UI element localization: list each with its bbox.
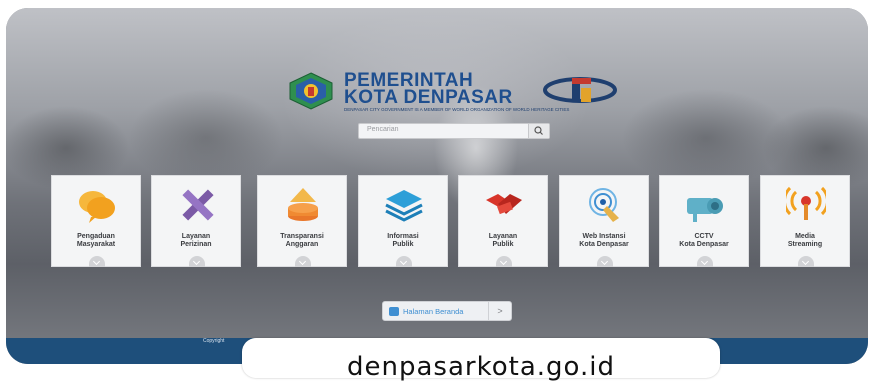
home-icon (389, 307, 399, 316)
city-emblem-icon (289, 72, 333, 110)
tile-web-instansi[interactable]: Web Instansi Kota Denpasar (559, 175, 649, 267)
tile-label: Layanan Publik (488, 233, 518, 248)
tile-layanan-publik[interactable]: Layanan Publik (458, 175, 548, 267)
tile-layanan-perizinan[interactable]: Layanan Perizinan (151, 175, 241, 267)
world-heritage-cities-logo-icon (543, 77, 617, 103)
tile-label: CCTV Kota Denpasar (679, 233, 729, 248)
home-page-button[interactable]: Halaman Beranda > (382, 301, 512, 321)
header-subtitle: DENPASAR CITY GOVERNMENT IS A MEMBER OF … (344, 107, 570, 112)
tile-label: Media Streaming (787, 233, 823, 248)
tile-label: Web Instansi Kota Denpasar (579, 233, 629, 248)
tile-label: Layanan Perizinan (180, 233, 212, 248)
tile-cctv[interactable]: CCTV Kota Denpasar (659, 175, 749, 267)
chevron-down-icon[interactable] (697, 256, 713, 267)
ruler-pencil-icon (182, 189, 214, 221)
chevron-down-icon[interactable] (189, 256, 205, 267)
tile-label: Pengaduan Masyarakat (76, 233, 116, 248)
chevron-down-icon[interactable] (396, 256, 412, 267)
cctv-camera-icon (687, 198, 723, 222)
speech-bubbles-icon (79, 191, 115, 223)
chevron-down-icon[interactable] (597, 256, 613, 267)
tile-informasi-publik[interactable]: Informasi Publik (358, 175, 448, 267)
tile-label: Transparansi Anggaran (280, 233, 324, 248)
tile-media-streaming[interactable]: Media Streaming (760, 175, 850, 267)
chevron-down-icon[interactable] (295, 256, 311, 267)
coins-stack-icon (288, 188, 318, 221)
page-frame: PEMERINTAH KOTA DENPASAR DENPASAR CITY G… (6, 8, 868, 364)
site-logo[interactable]: PEMERINTAH KOTA DENPASAR DENPASAR CITY G… (286, 70, 626, 118)
layers-icon (385, 190, 423, 222)
tile-transparansi-anggaran[interactable]: Transparansi Anggaran (257, 175, 347, 267)
search-bar[interactable]: Pencarian (358, 123, 550, 139)
chevron-right-icon[interactable]: > (488, 302, 511, 320)
home-page-label: Halaman Beranda (403, 307, 464, 316)
url-caption: denpasarkota.go.id (347, 352, 615, 382)
chevron-down-icon[interactable] (89, 256, 105, 267)
broadcast-icon (786, 186, 826, 220)
touch-target-icon (589, 188, 619, 222)
url-caption-box: denpasarkota.go.id (242, 338, 720, 382)
handshake-icon (486, 194, 522, 215)
chevron-down-icon[interactable] (798, 256, 814, 267)
chevron-down-icon[interactable] (496, 256, 512, 267)
tile-label: Informasi Publik (387, 233, 419, 248)
title-line2: KOTA DENPASAR (344, 87, 513, 108)
service-tiles: Pengaduan Masyarakat Layanan Perizinan Tra… (51, 175, 851, 269)
tile-pengaduan-masyarakat[interactable]: Pengaduan Masyarakat (51, 175, 141, 267)
copyright-text: Copyright (203, 338, 225, 344)
search-input[interactable]: Pencarian (367, 126, 399, 133)
search-button[interactable] (528, 124, 549, 138)
search-icon (534, 126, 543, 135)
